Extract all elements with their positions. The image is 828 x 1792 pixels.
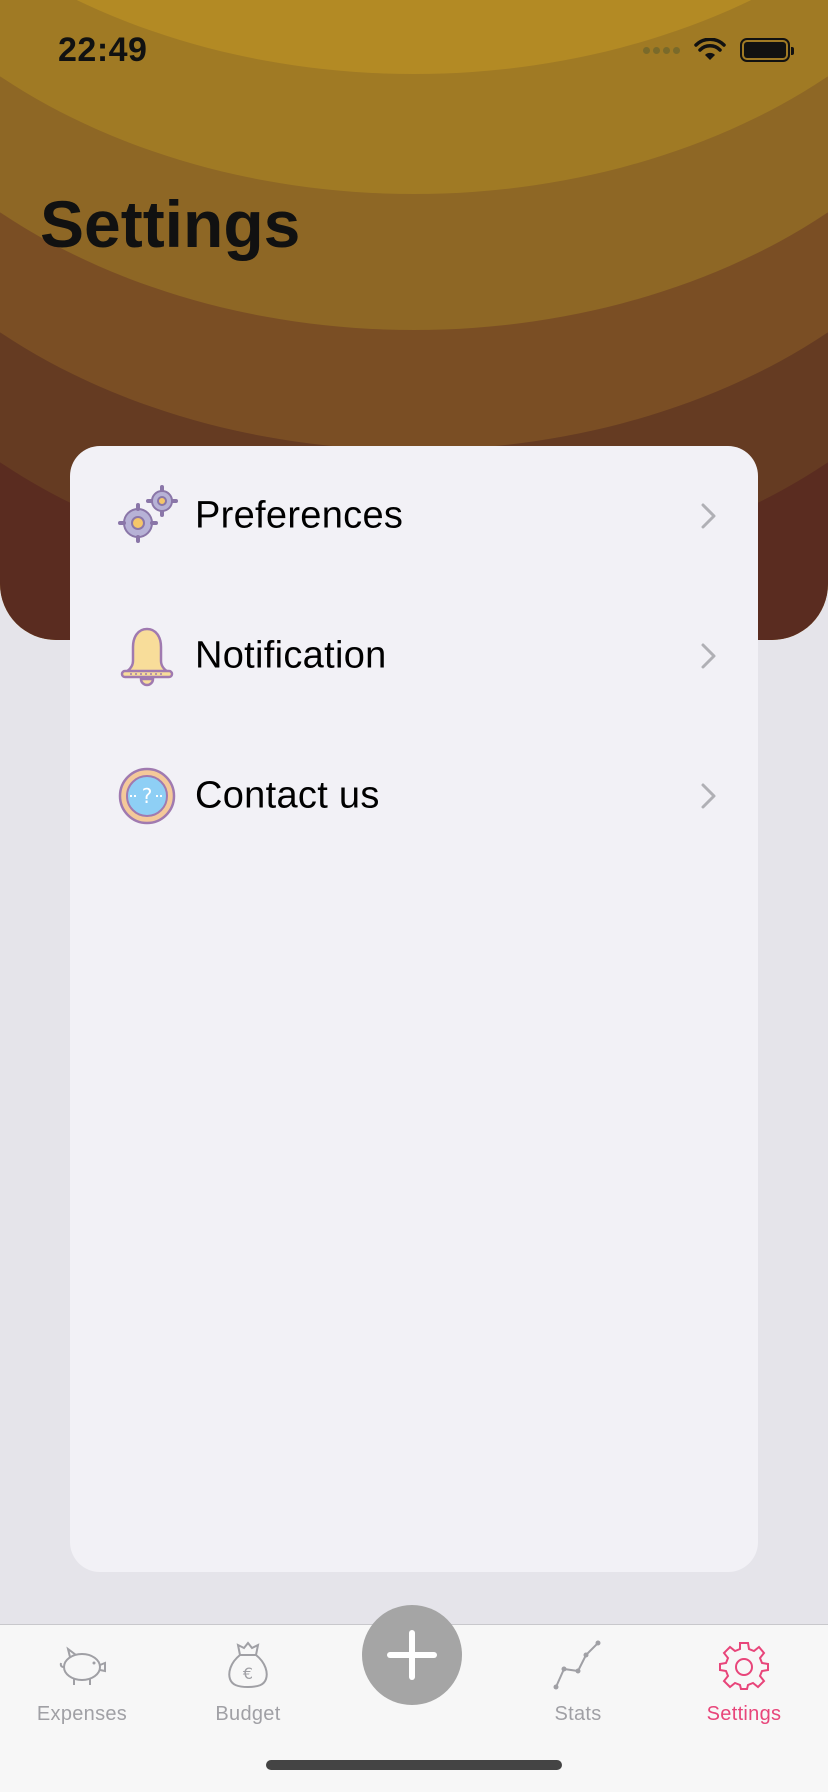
settings-item-label: Notification <box>195 634 387 677</box>
tab-bar: Expenses € Budget Stats Settings <box>0 1605 828 1792</box>
cellular-signal-icon <box>643 46 680 54</box>
home-indicator <box>266 1760 562 1770</box>
tab-label: Budget <box>215 1703 281 1725</box>
chevron-right-icon <box>701 783 716 809</box>
tab-budget[interactable]: € Budget <box>178 1639 318 1739</box>
gears-icon <box>118 485 178 543</box>
tab-label: Settings <box>706 1703 782 1725</box>
page-title: Settings <box>40 187 301 261</box>
svg-text:?: ? <box>142 784 153 808</box>
settings-card: Preferences Notification ? Contact us <box>70 446 758 1572</box>
add-button[interactable] <box>362 1605 462 1705</box>
settings-item-label: Preferences <box>195 494 404 537</box>
status-bar: 22:49 <box>0 0 828 100</box>
tab-stats[interactable]: Stats <box>508 1639 648 1739</box>
settings-item-notification[interactable]: Notification <box>70 601 758 711</box>
wifi-icon <box>694 38 726 60</box>
stats-icon <box>553 1640 601 1690</box>
piggy-bank-icon <box>59 1646 106 1685</box>
tab-label: Stats <box>554 1703 602 1725</box>
help-icon: ? <box>118 767 176 825</box>
settings-item-label: Contact us <box>195 774 380 817</box>
tab-label: Expenses <box>36 1703 128 1725</box>
chevron-right-icon <box>701 503 716 529</box>
svg-text:€: € <box>243 1664 253 1683</box>
money-bag-icon: € <box>228 1641 268 1689</box>
tab-expenses[interactable]: Expenses <box>12 1639 152 1739</box>
status-time: 22:49 <box>58 30 148 69</box>
tab-settings[interactable]: Settings <box>674 1639 814 1739</box>
settings-item-preferences[interactable]: Preferences <box>70 461 758 571</box>
plus-icon <box>387 1630 437 1680</box>
chevron-right-icon <box>701 643 716 669</box>
settings-item-contact-us[interactable]: ? Contact us <box>70 741 758 851</box>
gear-icon <box>719 1642 769 1690</box>
battery-icon <box>740 38 794 62</box>
bell-icon <box>120 627 174 687</box>
